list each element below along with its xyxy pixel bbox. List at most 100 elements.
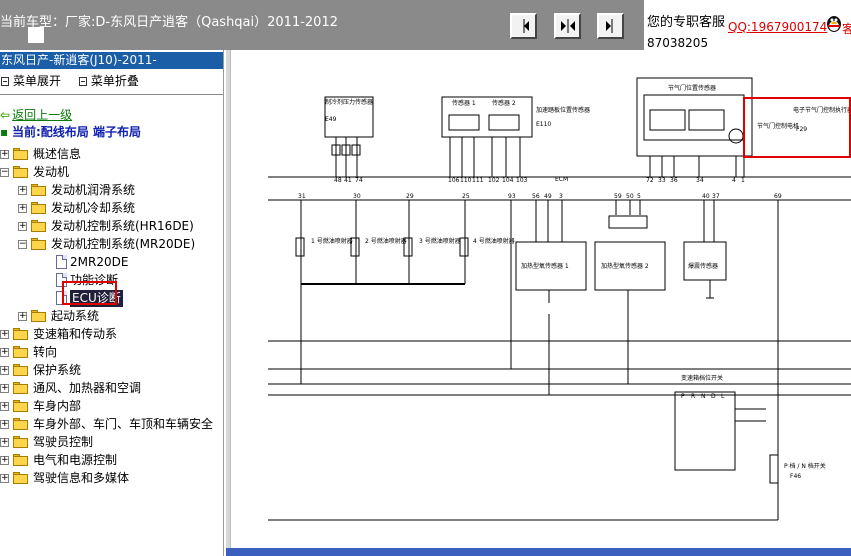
bus-pin-label: 93 bbox=[508, 193, 516, 200]
tree-item-label: 车身外部、车门、车顶和车辆安全 bbox=[33, 417, 214, 431]
bus-pin-label: 69 bbox=[774, 193, 782, 200]
bus-pin-label: 50 bbox=[626, 193, 634, 200]
bus-pin-label: 30 bbox=[353, 193, 361, 200]
next-icon bbox=[605, 19, 612, 33]
collapse-toggle-icon[interactable]: − bbox=[18, 240, 27, 249]
app-window: 当前车型：厂家:D-东风日产逍客（Qashqai）2011-2012 您的专职客… bbox=[0, 0, 851, 556]
tree-item[interactable]: + 驾驶员控制 bbox=[0, 434, 223, 451]
tree-item[interactable]: + 发动机润滑系统 bbox=[0, 182, 223, 199]
apps-code: E110 bbox=[536, 121, 551, 128]
current-location: ▪ 当前:配线布局 端子布局 bbox=[0, 123, 141, 140]
apps-label: 加速踏板位置传感器 bbox=[536, 106, 590, 114]
ecm-pin-label: 110 bbox=[460, 177, 472, 184]
ecm-pin-label: 48 bbox=[334, 177, 342, 184]
folder-icon bbox=[13, 148, 28, 160]
expand-toggle-icon[interactable]: + bbox=[0, 384, 9, 393]
pn-switch-code: F46 bbox=[790, 473, 801, 480]
expand-toggle-icon[interactable]: + bbox=[18, 186, 27, 195]
gear-position-label: R bbox=[691, 393, 695, 400]
expand-toggle-icon[interactable]: + bbox=[18, 222, 27, 231]
ecm-label: ECM bbox=[555, 176, 568, 183]
bus-pin-label: 25 bbox=[462, 193, 470, 200]
tree-item-label: 通风、加热器和空调 bbox=[33, 381, 142, 395]
qq-tail-text: 客 bbox=[842, 22, 851, 36]
ecm-pin-label: 104 bbox=[502, 177, 514, 184]
folder-icon bbox=[31, 310, 46, 322]
collapse-toggle-icon[interactable]: − bbox=[0, 168, 9, 177]
knock-sensor-label: 爆震传感器 bbox=[688, 262, 718, 270]
tree-item-label: 变速箱和传动系 bbox=[33, 327, 118, 341]
back-link[interactable]: ⇦ 返回上一级 bbox=[0, 106, 72, 123]
qq-penguin-icon[interactable] bbox=[824, 13, 844, 33]
expand-toggle-icon[interactable]: + bbox=[0, 438, 9, 447]
bus-pin-label: 40 bbox=[702, 193, 710, 200]
throttle-motor-label: 节气门控制电机 bbox=[757, 122, 799, 130]
expand-toggle-icon[interactable]: + bbox=[18, 312, 27, 321]
expand-toggle-icon[interactable]: + bbox=[0, 150, 9, 159]
folder-icon bbox=[13, 382, 28, 394]
service-label: 您的专职客服 bbox=[647, 15, 726, 30]
bus-pin-label: 5 bbox=[637, 193, 641, 200]
sensor1-label: 传感器 1 bbox=[452, 99, 476, 107]
tree-item[interactable]: + 概述信息 bbox=[0, 146, 223, 163]
bus-pin-label: 56 bbox=[532, 193, 540, 200]
refrigerant-sensor-label: 制冷剂压力传感器 bbox=[325, 98, 373, 106]
tree-item-label: 概述信息 bbox=[33, 147, 82, 161]
ecm-pin-label: 33 bbox=[658, 177, 666, 184]
expand-toggle-icon[interactable]: + bbox=[0, 330, 9, 339]
fit-page-button[interactable] bbox=[554, 13, 581, 39]
ecm-pin-label: 36 bbox=[670, 177, 678, 184]
bottom-scrollbar[interactable] bbox=[226, 548, 851, 556]
expand-toggle-icon[interactable]: + bbox=[18, 204, 27, 213]
tree-item-label: 发动机润滑系统 bbox=[51, 183, 136, 197]
folder-icon bbox=[31, 238, 46, 250]
tree-item[interactable]: − 发动机 bbox=[0, 164, 223, 181]
tree-item-label: 保护系统 bbox=[33, 363, 82, 377]
folder-icon bbox=[13, 454, 28, 466]
gear-position-label: P bbox=[681, 393, 685, 400]
sidebar: 东风日产-新逍客(J10)-2011- 菜单展开 菜单折叠 ⇦ 返回上一级 ▪ 当前… bbox=[0, 50, 224, 556]
inj4-label: 4 号燃油喷射器 bbox=[473, 237, 515, 245]
expand-toggle-icon[interactable]: + bbox=[0, 420, 9, 429]
service-number: 87038205 bbox=[647, 36, 709, 50]
menu-collapse-label: 菜单折叠 bbox=[90, 74, 139, 88]
menu-expand-button[interactable]: 菜单展开 bbox=[1, 72, 61, 89]
expand-toggle-icon[interactable]: + bbox=[0, 402, 9, 411]
folder-icon bbox=[13, 472, 28, 484]
tree-item[interactable]: + 转向 bbox=[0, 344, 223, 361]
tree-item[interactable]: + 发动机冷却系统 bbox=[0, 200, 223, 217]
sidebar-divider bbox=[0, 94, 223, 95]
qq-link[interactable]: QQ:1967900174 bbox=[728, 20, 827, 34]
o2-1-label: 加热型氧传感器 1 bbox=[521, 262, 569, 270]
menu-collapse-button[interactable]: 菜单折叠 bbox=[78, 72, 139, 89]
bus-pin-label: 31 bbox=[298, 193, 306, 200]
folder-icon bbox=[13, 346, 28, 358]
tree-item[interactable]: + 发动机控制系统(HR16DE) bbox=[0, 218, 223, 235]
gear-position-label: L bbox=[721, 393, 725, 400]
expand-toggle-icon[interactable]: + bbox=[0, 474, 9, 483]
next-page-button[interactable] bbox=[597, 13, 624, 39]
ecm-pin-label: 102 bbox=[488, 177, 500, 184]
expand-toggle-icon[interactable]: + bbox=[0, 348, 9, 357]
expand-icon bbox=[1, 77, 9, 86]
expand-toggle-icon[interactable]: + bbox=[0, 456, 9, 465]
tree-item[interactable]: + 驾驶信息和多媒体 bbox=[0, 470, 223, 487]
expand-toggle-icon[interactable]: + bbox=[0, 366, 9, 375]
prev-page-button[interactable] bbox=[510, 13, 537, 39]
tree-item[interactable]: + 变速箱和传动系 bbox=[0, 326, 223, 343]
tree-item[interactable]: + 电气和电源控制 bbox=[0, 452, 223, 469]
tree-item[interactable]: − 发动机控制系统(MR20DE) bbox=[0, 236, 223, 253]
logo-placeholder bbox=[28, 27, 44, 43]
tree-item[interactable]: + 起动系统 bbox=[0, 308, 223, 325]
tree-item-label: 发动机 bbox=[33, 165, 70, 179]
tree-item[interactable]: 2MR20DE bbox=[0, 254, 223, 271]
tree-item[interactable]: + 通风、加热器和空调 bbox=[0, 380, 223, 397]
tree-item[interactable]: + 保护系统 bbox=[0, 362, 223, 379]
o2-2-label: 加热型氧传感器 2 bbox=[601, 262, 649, 270]
inj1-label: 1 号燃油喷射器 bbox=[311, 237, 353, 245]
tree-item[interactable]: + 车身内部 bbox=[0, 398, 223, 415]
sidebar-toolbar: 菜单展开 菜单折叠 bbox=[0, 72, 139, 89]
customer-service-panel: 您的专职客服 87038205 QQ:1967900174 客 bbox=[644, 0, 851, 50]
tree-item[interactable]: + 车身外部、车门、车顶和车辆安全 bbox=[0, 416, 223, 433]
tree-item-label: 发动机控制系统(HR16DE) bbox=[51, 219, 194, 233]
